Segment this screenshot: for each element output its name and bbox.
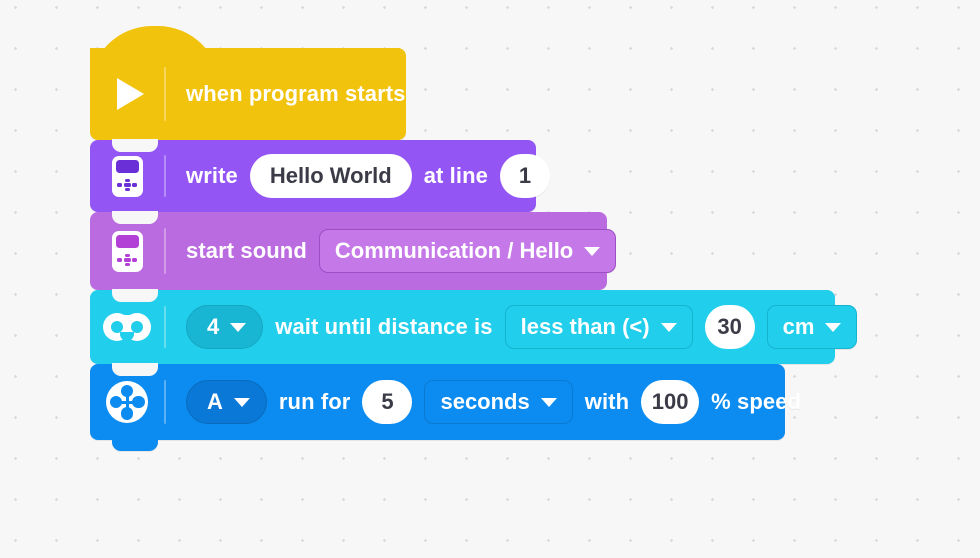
hub-buttons-shape: [117, 253, 137, 267]
block-top-notch-cut: [112, 289, 158, 302]
distance-unit-value: cm: [782, 314, 815, 339]
block-divider: [164, 228, 166, 274]
sound-name-value: Communication / Hello: [334, 238, 574, 263]
block-divider: [164, 305, 166, 349]
play-icon: [116, 78, 144, 110]
distance-port-dropdown[interactable]: 4: [186, 305, 264, 349]
hub-screen-shape: [115, 235, 139, 248]
motor-duration-unit-value: seconds: [440, 389, 530, 414]
distance-comparator-value: less than (<): [520, 314, 650, 339]
label-at-line: at line: [423, 163, 488, 188]
distance-threshold-input[interactable]: 30: [704, 305, 755, 349]
distance-comparator-dropdown[interactable]: less than (<): [504, 305, 693, 349]
block-motor-run-for[interactable]: A run for 5 seconds with 100 % speed: [90, 363, 801, 451]
block-divider: [164, 67, 166, 121]
play-icon-slot: [90, 48, 164, 140]
block-label-when-program-starts: when program starts: [186, 81, 406, 106]
motor-port-dropdown[interactable]: A: [186, 380, 267, 424]
block-divider: [164, 379, 166, 425]
motor-speed-input[interactable]: 100: [641, 380, 700, 424]
chevron-down-icon: [660, 322, 677, 332]
label-start-sound: start sound: [186, 238, 307, 263]
hub-sound-icon: [111, 230, 143, 272]
label-percent-speed: % speed: [711, 389, 802, 414]
write-text-input[interactable]: Hello World: [249, 154, 412, 198]
block-start-sound[interactable]: start sound Communication / Hello: [90, 211, 617, 301]
label-wait-until-distance-is: wait until distance is: [275, 314, 493, 339]
write-line-input[interactable]: 1: [499, 154, 550, 198]
block-top-notch-cut: [112, 363, 158, 376]
motor-duration-unit-dropdown[interactable]: seconds: [424, 380, 573, 424]
block-top-notch-cut: [112, 211, 158, 224]
distance-port-value: 4: [207, 314, 220, 339]
hub-buttons-shape: [117, 178, 137, 192]
hub-display-icon: [111, 155, 143, 197]
chevron-down-icon: [230, 322, 247, 332]
motor-port-value: A: [207, 389, 223, 414]
motor-duration-input[interactable]: 5: [362, 380, 413, 424]
block-divider: [164, 155, 166, 197]
label-with: with: [584, 389, 630, 414]
label-write: write: [186, 163, 238, 188]
block-top-notch-cut: [112, 139, 158, 152]
label-run-for: run for: [278, 389, 351, 414]
distance-sensor-icon: [103, 313, 151, 341]
block-programming-canvas: when program starts write Hello World at…: [0, 0, 980, 558]
block-wait-until-distance[interactable]: 4 wait until distance is less than (<) 3…: [90, 289, 858, 375]
block-bottom-notch: [112, 438, 158, 451]
chevron-down-icon: [584, 246, 601, 256]
block-write-at-line[interactable]: write Hello World at line 1: [90, 139, 550, 223]
block-when-program-starts[interactable]: when program starts: [90, 26, 406, 151]
hub-screen-shape: [115, 160, 139, 173]
chevron-down-icon: [233, 397, 250, 407]
sound-name-dropdown[interactable]: Communication / Hello: [318, 229, 617, 273]
chevron-down-icon: [540, 397, 557, 407]
distance-unit-dropdown[interactable]: cm: [766, 305, 858, 349]
motor-icon: [106, 381, 148, 423]
chevron-down-icon: [825, 322, 842, 332]
